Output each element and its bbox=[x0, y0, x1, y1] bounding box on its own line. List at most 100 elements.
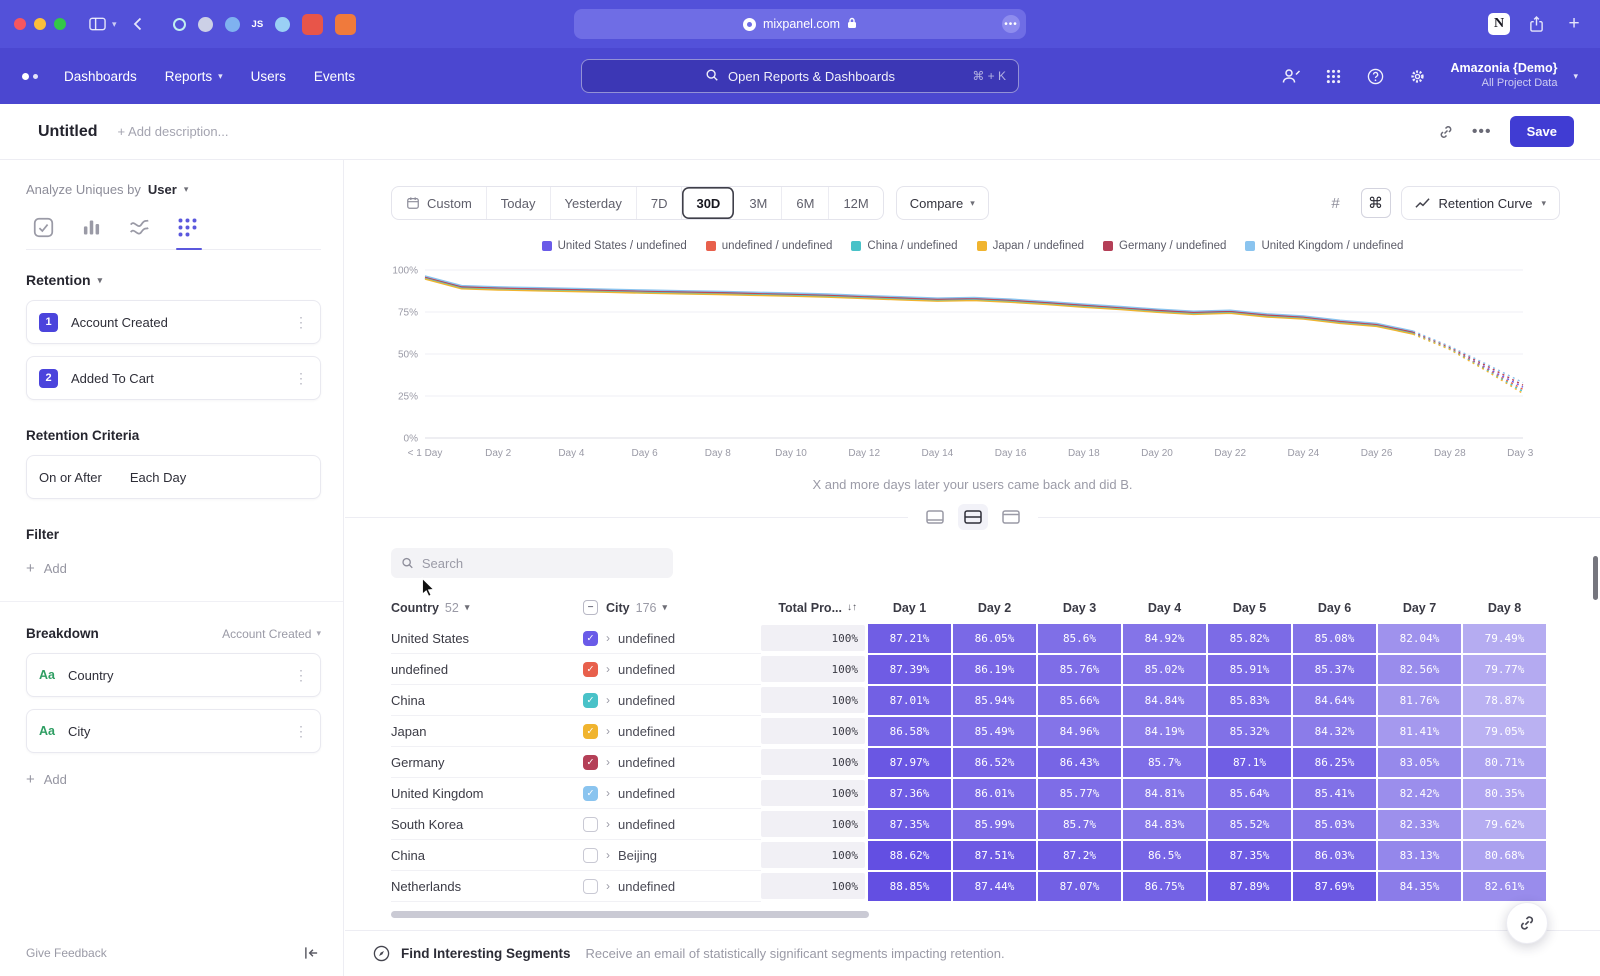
js-extension[interactable]: JS bbox=[252, 19, 264, 30]
retention-cell-day-3[interactable]: 85.7% bbox=[1037, 809, 1122, 840]
report-title[interactable]: Untitled bbox=[38, 123, 98, 141]
retention-cell-day-4[interactable]: 84.83% bbox=[1122, 809, 1207, 840]
retention-cell-day-7[interactable]: 81.41% bbox=[1377, 716, 1462, 747]
breakdown-label[interactable]: City bbox=[68, 724, 90, 739]
row-city[interactable]: ›Beijing bbox=[583, 840, 761, 871]
retention-cell-day-8[interactable]: 79.77% bbox=[1462, 654, 1547, 685]
column-header-day-1[interactable]: Day 1 bbox=[867, 592, 952, 623]
table-search[interactable] bbox=[391, 548, 673, 578]
legend-item[interactable]: Germany / undefined bbox=[1103, 240, 1226, 252]
retention-cell-day-4[interactable]: 86.75% bbox=[1122, 871, 1207, 902]
retention-cell-day-6[interactable]: 86.03% bbox=[1292, 840, 1377, 871]
row-checkbox[interactable] bbox=[583, 817, 598, 832]
retention-cell-day-2[interactable]: 87.51% bbox=[952, 840, 1037, 871]
row-country[interactable]: Japan bbox=[391, 716, 583, 747]
retention-cell-day-8[interactable]: 82.61% bbox=[1462, 871, 1547, 902]
gray-extension[interactable] bbox=[198, 17, 213, 32]
retention-cell-day-1[interactable]: 88.85% bbox=[867, 871, 952, 902]
segments-title[interactable]: Find Interesting Segments bbox=[401, 946, 571, 961]
retention-cell-day-8[interactable]: 79.49% bbox=[1462, 623, 1547, 654]
expand-chevron-icon[interactable]: › bbox=[606, 662, 610, 676]
retention-cell-day-5[interactable]: 85.82% bbox=[1207, 623, 1292, 654]
url-bar[interactable]: mixpanel.com ••• bbox=[574, 9, 1026, 39]
step-added-to-cart[interactable]: 2 Added To Cart ⋮ bbox=[26, 356, 321, 400]
back-button[interactable] bbox=[126, 12, 150, 36]
retention-cell-day-1[interactable]: 86.58% bbox=[867, 716, 952, 747]
collapse-sidebar-icon[interactable] bbox=[304, 946, 319, 960]
range-3m[interactable]: 3M bbox=[735, 187, 782, 219]
help-icon[interactable] bbox=[1362, 63, 1388, 89]
column-header-day-8[interactable]: Day 8 bbox=[1462, 592, 1547, 623]
retention-cell-day-2[interactable]: 85.99% bbox=[952, 809, 1037, 840]
view-chart-only-button[interactable] bbox=[920, 504, 950, 530]
legend-item[interactable]: United States / undefined bbox=[542, 240, 687, 252]
retention-cell-day-6[interactable]: 86.25% bbox=[1292, 747, 1377, 778]
chart-type-select[interactable]: Retention Curve ▾ bbox=[1401, 186, 1560, 220]
retention-cell-day-4[interactable]: 84.81% bbox=[1122, 778, 1207, 809]
mixpanel-logo[interactable] bbox=[22, 73, 38, 80]
row-checkbox[interactable]: ✓ bbox=[583, 693, 598, 708]
retention-cell-day-6[interactable]: 85.03% bbox=[1292, 809, 1377, 840]
retention-cell-day-5[interactable]: 85.91% bbox=[1207, 654, 1292, 685]
row-country[interactable]: China bbox=[391, 840, 583, 871]
retention-cell-day-4[interactable]: 85.7% bbox=[1122, 747, 1207, 778]
retention-cell-day-2[interactable]: 87.44% bbox=[952, 871, 1037, 902]
retention-cell-day-1[interactable]: 87.36% bbox=[867, 778, 952, 809]
traffic-lights[interactable] bbox=[14, 18, 66, 30]
retention-cell-day-4[interactable]: 84.19% bbox=[1122, 716, 1207, 747]
save-button[interactable]: Save bbox=[1510, 116, 1574, 147]
nav-events[interactable]: Events bbox=[314, 69, 355, 84]
expand-chevron-icon[interactable]: › bbox=[606, 786, 610, 800]
retention-cell-day-3[interactable]: 85.76% bbox=[1037, 654, 1122, 685]
row-checkbox[interactable]: ✓ bbox=[583, 631, 598, 646]
row-country[interactable]: United Kingdom bbox=[391, 778, 583, 809]
legend-item[interactable]: China / undefined bbox=[851, 240, 957, 252]
share-icon[interactable] bbox=[1524, 12, 1548, 36]
tab-insights[interactable] bbox=[33, 217, 54, 238]
analyze-value[interactable]: User bbox=[148, 182, 177, 197]
row-checkbox[interactable]: ✓ bbox=[583, 755, 598, 770]
user-management-icon[interactable] bbox=[1278, 63, 1304, 89]
cloud-extension[interactable] bbox=[275, 17, 290, 32]
minimize-window-button[interactable] bbox=[34, 18, 46, 30]
column-header-day-7[interactable]: Day 7 bbox=[1377, 592, 1462, 623]
nav-users[interactable]: Users bbox=[251, 69, 286, 84]
legend-item[interactable]: Japan / undefined bbox=[977, 240, 1084, 252]
retention-cell-day-4[interactable]: 84.92% bbox=[1122, 623, 1207, 654]
legend-item[interactable]: United Kingdom / undefined bbox=[1245, 240, 1403, 252]
row-checkbox[interactable] bbox=[583, 848, 598, 863]
row-country[interactable]: South Korea bbox=[391, 809, 583, 840]
retention-cell-day-7[interactable]: 82.04% bbox=[1377, 623, 1462, 654]
retention-cell-day-1[interactable]: 87.21% bbox=[867, 623, 952, 654]
retention-cell-day-3[interactable]: 87.2% bbox=[1037, 840, 1122, 871]
row-country[interactable]: China bbox=[391, 685, 583, 716]
retention-cell-day-5[interactable]: 87.89% bbox=[1207, 871, 1292, 902]
retention-cell-day-6[interactable]: 84.64% bbox=[1292, 685, 1377, 716]
retention-cell-day-1[interactable]: 87.01% bbox=[867, 685, 952, 716]
retention-curve-chart[interactable]: 0%25%50%75%100%< 1 DayDay 2Day 4Day 6Day… bbox=[385, 262, 1600, 475]
row-city[interactable]: ✓›undefined bbox=[583, 778, 761, 809]
tab-funnels[interactable] bbox=[81, 217, 102, 238]
breakdown-menu-icon[interactable]: ⋮ bbox=[294, 723, 308, 740]
expand-chevron-icon[interactable]: › bbox=[606, 817, 610, 831]
retention-cell-day-1[interactable]: 87.39% bbox=[867, 654, 952, 685]
breakdown-city[interactable]: Aa City ⋮ bbox=[26, 709, 321, 753]
breakdown-country[interactable]: Aa Country ⋮ bbox=[26, 653, 321, 697]
legend-item[interactable]: undefined / undefined bbox=[706, 240, 833, 252]
row-checkbox[interactable]: ✓ bbox=[583, 786, 598, 801]
retention-cell-day-2[interactable]: 86.05% bbox=[952, 623, 1037, 654]
retention-cell-day-3[interactable]: 85.6% bbox=[1037, 623, 1122, 654]
row-checkbox[interactable]: ✓ bbox=[583, 662, 598, 677]
retention-cell-day-5[interactable]: 87.35% bbox=[1207, 840, 1292, 871]
zoom-window-button[interactable] bbox=[54, 18, 66, 30]
annotations-hash-button[interactable]: # bbox=[1321, 188, 1351, 218]
row-country[interactable]: Germany bbox=[391, 747, 583, 778]
retention-cell-day-6[interactable]: 85.41% bbox=[1292, 778, 1377, 809]
range-7d[interactable]: 7D bbox=[637, 187, 683, 219]
step-label[interactable]: Added To Cart bbox=[71, 371, 154, 386]
row-country[interactable]: undefined bbox=[391, 654, 583, 685]
retention-cell-day-3[interactable]: 87.07% bbox=[1037, 871, 1122, 902]
row-city[interactable]: ✓›undefined bbox=[583, 623, 761, 654]
table-search-input[interactable] bbox=[422, 556, 663, 571]
retention-cell-day-8[interactable]: 79.05% bbox=[1462, 716, 1547, 747]
